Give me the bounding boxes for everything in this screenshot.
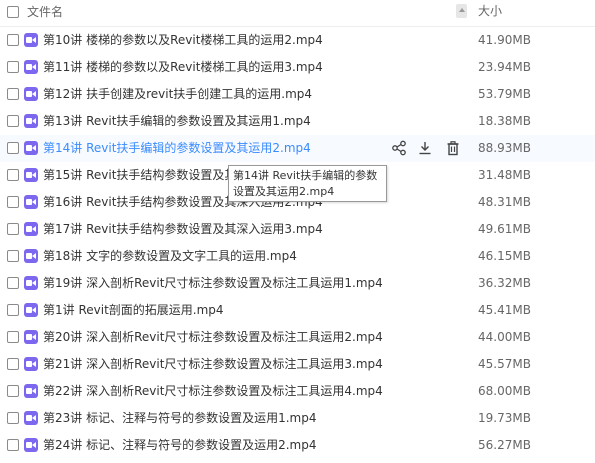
row-checkbox[interactable] — [7, 250, 19, 262]
file-name[interactable]: 第22讲 深入剖析Revit尺寸标注参数设置及标注工具运用4.mp4 — [43, 383, 383, 399]
video-file-icon — [24, 33, 38, 47]
video-file-icon — [24, 276, 38, 290]
file-size: 46.15MB — [478, 249, 531, 263]
file-list-page: 文件名 大小 第10讲 楼梯的参数以及Revit楼梯工具的运用2.mp4 41.… — [0, 0, 595, 463]
file-name[interactable]: 第17讲 Revit扶手结构参数设置及其深入运用3.mp4 — [43, 221, 323, 237]
sort-asc-icon[interactable] — [456, 4, 467, 18]
row-checkbox[interactable] — [7, 304, 19, 316]
file-row[interactable]: 第24讲 标记、注释与符号的参数设置及运用2.mp4 56.27MB — [0, 432, 595, 459]
video-file-icon — [24, 411, 38, 425]
list-header: 文件名 大小 — [0, 0, 595, 27]
file-name[interactable]: 第18讲 文字的参数设置及文字工具的运用.mp4 — [43, 248, 297, 264]
row-checkbox[interactable] — [7, 88, 19, 100]
video-file-icon — [24, 384, 38, 398]
download-icon[interactable] — [417, 140, 433, 156]
video-file-icon — [24, 330, 38, 344]
file-size: 18.38MB — [478, 114, 531, 128]
file-row[interactable]: 第21讲 深入剖析Revit尺寸标注参数设置及标注工具运用3.mp4 45.57… — [0, 351, 595, 378]
file-name[interactable]: 第13讲 Revit扶手编辑的参数设置及其运用1.mp4 — [43, 113, 311, 129]
video-file-icon — [24, 141, 38, 155]
row-checkbox[interactable] — [7, 169, 19, 181]
file-name[interactable]: 第10讲 楼梯的参数以及Revit楼梯工具的运用2.mp4 — [43, 32, 323, 48]
video-file-icon — [24, 357, 38, 371]
video-file-icon — [24, 60, 38, 74]
row-checkbox[interactable] — [7, 277, 19, 289]
file-row[interactable]: 第10讲 楼梯的参数以及Revit楼梯工具的运用2.mp4 41.90MB — [0, 27, 595, 54]
file-size: 48.31MB — [478, 195, 531, 209]
filename-tooltip: 第14讲 Revit扶手编辑的参数设置及其运用2.mp4 — [228, 165, 387, 202]
file-name[interactable]: 第12讲 扶手创建及revit扶手创建工具的运用.mp4 — [43, 86, 312, 102]
video-file-icon — [24, 222, 38, 236]
video-file-icon — [24, 195, 38, 209]
video-file-icon — [24, 303, 38, 317]
file-name[interactable]: 第1讲 Revit剖面的拓展运用.mp4 — [43, 302, 224, 318]
file-size: 41.90MB — [478, 33, 531, 47]
row-checkbox[interactable] — [7, 196, 19, 208]
file-name[interactable]: 第20讲 深入剖析Revit尺寸标注参数设置及标注工具运用2.mp4 — [43, 329, 383, 345]
row-checkbox[interactable] — [7, 439, 19, 451]
file-name[interactable]: 第24讲 标记、注释与符号的参数设置及运用2.mp4 — [43, 437, 316, 453]
share-icon[interactable] — [391, 140, 407, 156]
file-size: 19.73MB — [478, 411, 531, 425]
file-size: 53.79MB — [478, 87, 531, 101]
file-row[interactable]: 第18讲 文字的参数设置及文字工具的运用.mp4 46.15MB — [0, 243, 595, 270]
file-name[interactable]: 第23讲 标记、注释与符号的参数设置及运用1.mp4 — [43, 410, 316, 426]
file-size: 45.41MB — [478, 303, 531, 317]
file-size: 36.32MB — [478, 276, 531, 290]
file-name[interactable]: 第14讲 Revit扶手编辑的参数设置及其运用2.mp4 — [43, 140, 311, 156]
file-size: 88.93MB — [478, 141, 531, 155]
video-file-icon — [24, 114, 38, 128]
row-checkbox[interactable] — [7, 142, 19, 154]
file-row[interactable]: 第22讲 深入剖析Revit尺寸标注参数设置及标注工具运用4.mp4 68.00… — [0, 378, 595, 405]
video-file-icon — [24, 87, 38, 101]
file-row[interactable]: 第12讲 扶手创建及revit扶手创建工具的运用.mp4 53.79MB — [0, 81, 595, 108]
file-size: 45.57MB — [478, 357, 531, 371]
row-checkbox[interactable] — [7, 34, 19, 46]
row-checkbox[interactable] — [7, 331, 19, 343]
row-checkbox[interactable] — [7, 385, 19, 397]
file-row[interactable]: 第13讲 Revit扶手编辑的参数设置及其运用1.mp4 18.38MB — [0, 108, 595, 135]
file-size: 56.27MB — [478, 438, 531, 452]
file-size: 23.94MB — [478, 60, 531, 74]
file-row[interactable]: 第20讲 深入剖析Revit尺寸标注参数设置及标注工具运用2.mp4 44.00… — [0, 324, 595, 351]
file-size: 68.00MB — [478, 384, 531, 398]
file-row[interactable]: 第19讲 深入剖析Revit尺寸标注参数设置及标注工具运用1.mp4 36.32… — [0, 270, 595, 297]
row-checkbox[interactable] — [7, 223, 19, 235]
row-checkbox[interactable] — [7, 115, 19, 127]
video-file-icon — [24, 249, 38, 263]
row-checkbox[interactable] — [7, 412, 19, 424]
file-size: 31.48MB — [478, 168, 531, 182]
size-column-header[interactable]: 大小 — [478, 3, 502, 19]
select-all-checkbox[interactable] — [7, 6, 19, 18]
row-checkbox[interactable] — [7, 358, 19, 370]
file-name[interactable]: 第21讲 深入剖析Revit尺寸标注参数设置及标注工具运用3.mp4 — [43, 356, 383, 372]
file-row[interactable]: 第1讲 Revit剖面的拓展运用.mp4 45.41MB — [0, 297, 595, 324]
file-name[interactable]: 第11讲 楼梯的参数以及Revit楼梯工具的运用3.mp4 — [43, 59, 323, 75]
file-row[interactable]: 第17讲 Revit扶手结构参数设置及其深入运用3.mp4 49.61MB — [0, 216, 595, 243]
file-row[interactable]: 第23讲 标记、注释与符号的参数设置及运用1.mp4 19.73MB — [0, 405, 595, 432]
name-column-header[interactable]: 文件名 — [27, 4, 63, 20]
file-name[interactable]: 第19讲 深入剖析Revit尺寸标注参数设置及标注工具运用1.mp4 — [43, 275, 383, 291]
file-list: 第10讲 楼梯的参数以及Revit楼梯工具的运用2.mp4 41.90MB 第1… — [0, 27, 595, 459]
video-file-icon — [24, 438, 38, 452]
file-row-hovered[interactable]: 第14讲 Revit扶手编辑的参数设置及其运用2.mp4 88.93MB — [0, 135, 595, 162]
file-size: 49.61MB — [478, 222, 531, 236]
file-size: 44.00MB — [478, 330, 531, 344]
row-checkbox[interactable] — [7, 61, 19, 73]
video-file-icon — [24, 168, 38, 182]
trash-icon[interactable] — [445, 140, 461, 156]
file-row[interactable]: 第11讲 楼梯的参数以及Revit楼梯工具的运用3.mp4 23.94MB — [0, 54, 595, 81]
